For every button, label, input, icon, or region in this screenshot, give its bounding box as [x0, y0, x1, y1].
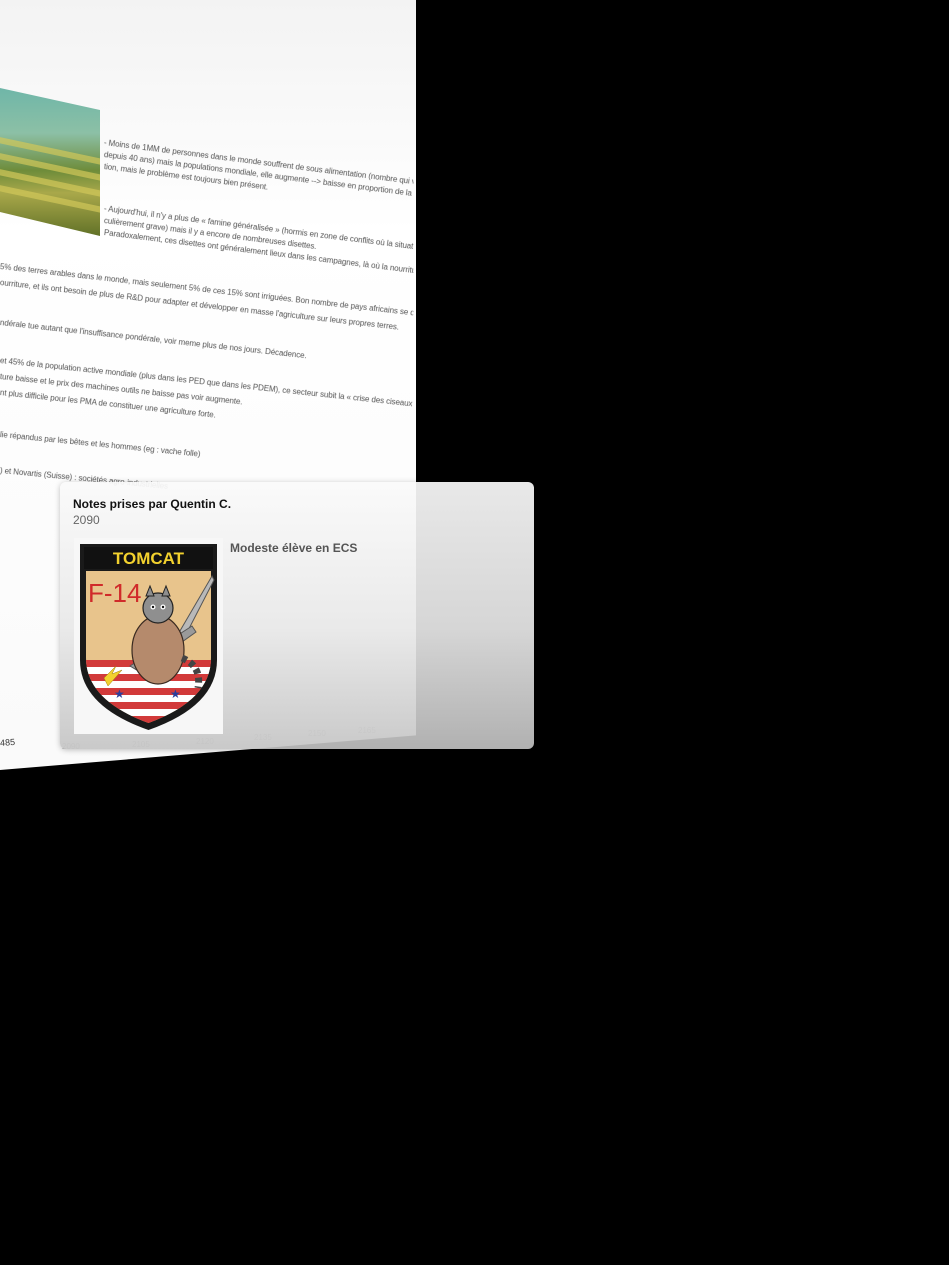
tomcat-patch-image[interactable]: TOMCAT F-14 ★ ★	[74, 538, 223, 734]
page-number: 485	[0, 736, 16, 748]
svg-text:★: ★	[170, 687, 181, 701]
screen: - Moins de 1MM de personnes dans le mond…	[0, 0, 949, 1265]
popup-title: Notes prises par Quentin C.	[73, 497, 232, 511]
patch-model-text: F-14	[88, 578, 141, 608]
svg-text:★: ★	[114, 687, 125, 701]
popup-year: 2090	[73, 513, 100, 527]
document-text-line: lie répandus par les bêtes et les hommes…	[0, 430, 201, 459]
popup-description: Modeste élève en ECS	[230, 541, 358, 555]
patch-banner-text: TOMCAT	[113, 549, 185, 568]
tomcat-patch-icon: TOMCAT F-14 ★ ★	[74, 538, 223, 734]
document-text-line: ndérale tue autant que l'insuffisance po…	[0, 318, 308, 361]
notes-popup-card[interactable]: Notes prises par Quentin C. 2090 TOMCAT	[60, 482, 534, 749]
